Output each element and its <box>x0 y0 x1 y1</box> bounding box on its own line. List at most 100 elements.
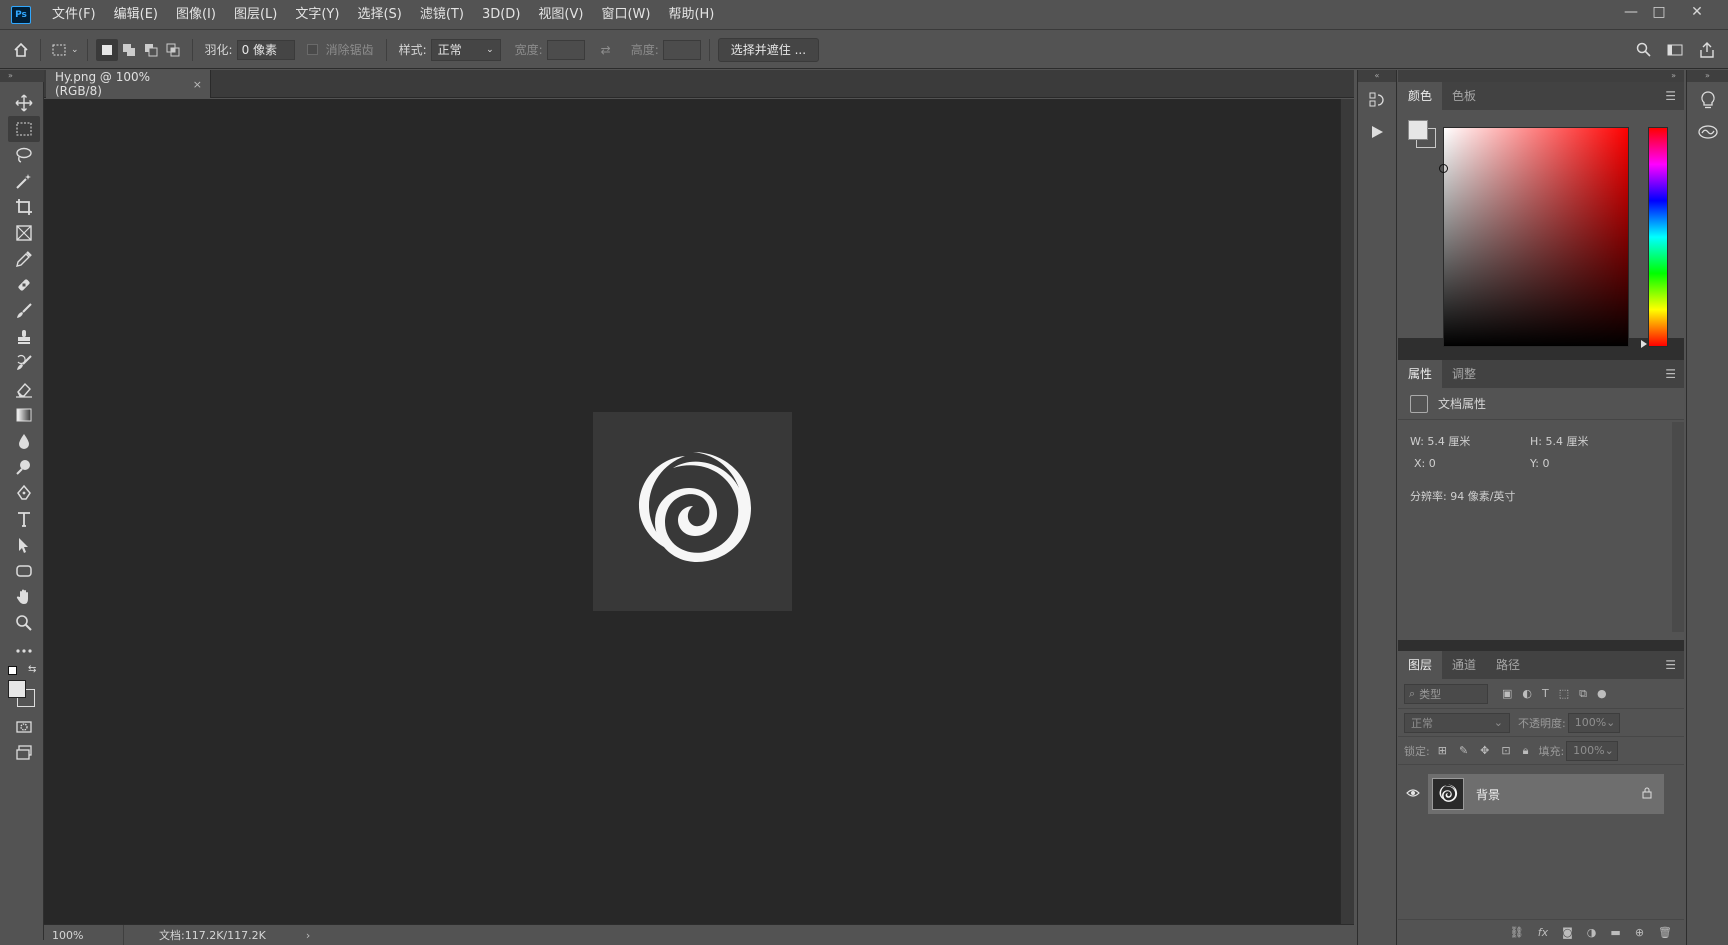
menu-layer[interactable]: 图层(L) <box>225 0 286 30</box>
panels-collapse-handle[interactable]: » <box>1398 70 1684 82</box>
document-tab[interactable]: Hy.png @ 100%(RGB/8) × <box>46 70 211 98</box>
width-input[interactable] <box>546 39 585 60</box>
swap-colors-icon[interactable]: ⇆ <box>28 664 36 675</box>
layer-row[interactable]: 背景 <box>1398 774 1684 814</box>
adjustment-layer-icon[interactable]: ◑ <box>1587 926 1597 939</box>
height-input[interactable] <box>662 39 701 60</box>
panel-menu-icon[interactable]: ☰ <box>1665 89 1676 103</box>
delete-layer-icon[interactable]: 🗑︎ <box>1658 926 1672 939</box>
tab-color[interactable]: 颜色 <box>1398 82 1443 110</box>
select-and-mask-button[interactable]: 选择并遮住 ... <box>717 37 820 62</box>
chevron-down-icon[interactable]: ⌄ <box>71 45 79 55</box>
fill-input[interactable]: 100% ⌄ <box>1566 740 1619 761</box>
saturation-brightness-field[interactable] <box>1439 127 1629 347</box>
menu-window[interactable]: 窗口(W) <box>592 0 659 30</box>
tab-channels[interactable]: 通道 <box>1442 651 1486 679</box>
clone-stamp-tool-icon[interactable] <box>8 324 40 350</box>
antialias-checkbox[interactable] <box>306 44 318 55</box>
more-tools-icon[interactable] <box>8 638 40 664</box>
opacity-input[interactable]: 100% ⌄ <box>1567 712 1620 733</box>
new-selection-icon[interactable] <box>95 38 118 61</box>
dodge-tool-icon[interactable] <box>8 454 40 480</box>
subtract-selection-icon[interactable] <box>140 39 162 61</box>
close-button[interactable]: ✕ <box>1680 0 1714 24</box>
canvas-scrollbar[interactable] <box>1340 99 1354 924</box>
menu-file[interactable]: 文件(F) <box>43 0 105 30</box>
filter-shape-icon[interactable]: ⬚ <box>1559 687 1569 701</box>
color-picker-cursor[interactable] <box>1439 164 1448 173</box>
style-select[interactable]: 正常 ⌄ <box>430 38 501 61</box>
learn-lightbulb-icon[interactable] <box>1692 86 1724 114</box>
search-icon[interactable] <box>1632 39 1654 61</box>
menu-view[interactable]: 视图(V) <box>529 0 592 30</box>
feather-input[interactable]: 0 像素 <box>236 39 295 60</box>
filter-toggle-icon[interactable]: ● <box>1597 687 1607 701</box>
visibility-eye-icon[interactable] <box>1398 787 1428 801</box>
healing-brush-tool-icon[interactable] <box>8 272 40 298</box>
zoom-level[interactable]: 100% <box>44 924 124 945</box>
panel-menu-icon[interactable]: ☰ <box>1665 367 1676 381</box>
tab-layers[interactable]: 图层 <box>1398 651 1443 679</box>
add-mask-icon[interactable]: ◙ <box>1562 926 1573 939</box>
intersect-selection-icon[interactable] <box>162 39 184 61</box>
properties-scrollbar[interactable] <box>1672 422 1684 632</box>
history-panel-icon[interactable] <box>1361 86 1393 114</box>
lasso-tool-icon[interactable] <box>8 142 40 168</box>
new-group-icon[interactable]: ▬ <box>1610 926 1620 939</box>
zoom-tool-icon[interactable] <box>8 610 40 636</box>
menu-help[interactable]: 帮助(H) <box>659 0 723 30</box>
close-icon[interactable]: × <box>193 78 202 91</box>
panel-menu-icon[interactable]: ☰ <box>1665 658 1676 672</box>
menu-3d[interactable]: 3D(D) <box>473 0 529 30</box>
eraser-tool-icon[interactable] <box>8 376 40 402</box>
width-value[interactable]: W: 5.4 厘米 <box>1410 433 1530 449</box>
lock-all-icon[interactable]: 🔒︎ <box>1523 744 1529 758</box>
color-panel-foreground[interactable] <box>1408 120 1428 140</box>
tab-adjustments[interactable]: 调整 <box>1442 360 1486 388</box>
link-layers-icon[interactable]: ⛓︎ <box>1510 926 1524 939</box>
share-icon[interactable] <box>1696 39 1718 61</box>
maximize-button[interactable]: □ <box>1642 0 1676 24</box>
magic-wand-tool-icon[interactable] <box>8 168 40 194</box>
dock-collapse-handle[interactable]: « <box>1358 70 1396 82</box>
tab-paths[interactable]: 路径 <box>1486 651 1530 679</box>
blur-tool-icon[interactable] <box>8 428 40 454</box>
default-colors-icon[interactable] <box>8 666 17 675</box>
rectangle-tool-icon[interactable] <box>8 558 40 584</box>
add-selection-icon[interactable] <box>118 39 140 61</box>
marquee-tool-icon[interactable] <box>7 116 40 142</box>
menu-edit[interactable]: 编辑(E) <box>105 0 167 30</box>
filter-pixel-icon[interactable]: ▣ <box>1502 687 1512 701</box>
lock-transparent-icon[interactable]: ⊞ <box>1438 744 1447 758</box>
history-brush-tool-icon[interactable] <box>8 350 40 376</box>
layer-item-background[interactable]: 背景 <box>1428 774 1664 814</box>
brush-tool-icon[interactable] <box>8 298 40 324</box>
swap-dimensions-icon[interactable]: ⇄ <box>595 39 617 61</box>
pen-tool-icon[interactable] <box>8 480 40 506</box>
lock-position-icon[interactable]: ✥ <box>1480 744 1489 758</box>
layer-style-icon[interactable]: fx <box>1538 926 1548 939</box>
layer-name[interactable]: 背景 <box>1476 786 1500 803</box>
filter-smart-object-icon[interactable]: ⧉ <box>1579 687 1587 701</box>
status-menu-arrow[interactable]: › <box>306 929 310 942</box>
eyedropper-tool-icon[interactable] <box>8 246 40 272</box>
y-value[interactable]: Y: 0 <box>1530 457 1549 470</box>
lock-pixels-icon[interactable]: ✎ <box>1459 744 1468 758</box>
far-dock-collapse-handle[interactable]: » <box>1687 70 1728 82</box>
home-icon[interactable] <box>10 39 32 61</box>
height-value[interactable]: H: 5.4 厘米 <box>1530 433 1588 449</box>
crop-tool-icon[interactable] <box>8 194 40 220</box>
hue-slider[interactable] <box>1648 127 1668 347</box>
photoshop-logo[interactable]: Ps <box>11 5 31 24</box>
actions-play-icon[interactable] <box>1361 118 1393 146</box>
screen-mode-icon[interactable] <box>8 740 40 766</box>
libraries-cloud-icon[interactable] <box>1692 118 1724 146</box>
menu-filter[interactable]: 滤镜(T) <box>411 0 473 30</box>
menu-image[interactable]: 图像(I) <box>167 0 225 30</box>
hand-tool-icon[interactable] <box>8 584 40 610</box>
marquee-preset-icon[interactable] <box>49 39 71 61</box>
type-tool-icon[interactable] <box>8 506 40 532</box>
gradient-tool-icon[interactable] <box>8 402 40 428</box>
layer-filter-select[interactable]: ⌕ 类型 <box>1404 683 1488 704</box>
hue-slider-marker[interactable] <box>1641 340 1647 348</box>
